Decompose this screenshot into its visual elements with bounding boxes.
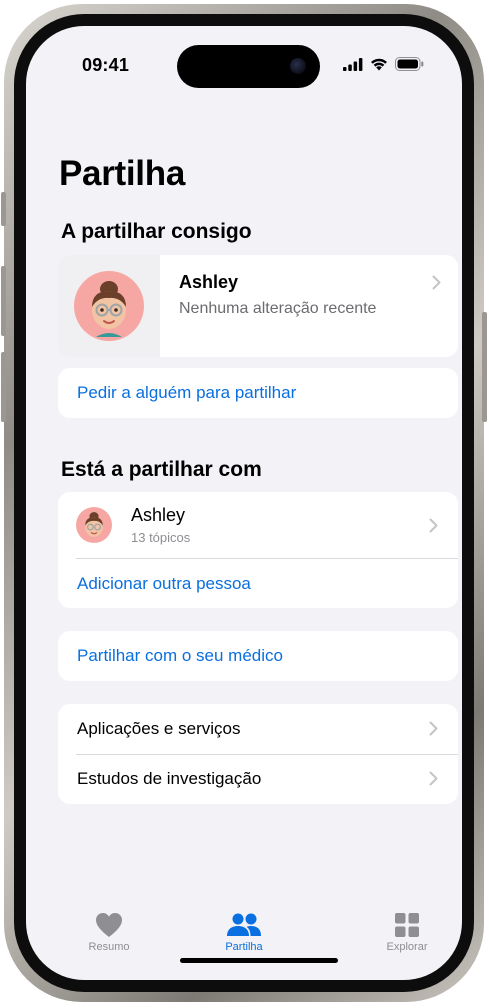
cellular-signal-icon <box>343 57 363 71</box>
shared-person-card[interactable]: Ashley Nenhuma alteração recente <box>58 255 458 357</box>
section-title-shared-with-you: A partilhar consigo <box>61 220 252 243</box>
chevron-right-icon <box>429 518 438 533</box>
research-studies-row[interactable]: Estudos de investigação <box>58 754 458 804</box>
divider <box>76 558 458 559</box>
add-person-link[interactable]: Adicionar outra pessoa <box>77 574 251 594</box>
research-studies-label: Estudos de investigação <box>77 769 262 788</box>
avatar-memoji-icon <box>74 271 144 341</box>
tab-browse-label: Explorar <box>386 941 428 953</box>
tab-summary[interactable]: Resumo <box>49 912 169 953</box>
phone-frame: 09:41 Partilha A partilhar consigo Ashle… <box>1 4 487 1002</box>
heart-icon <box>96 913 122 937</box>
screen: 09:41 Partilha A partilhar consigo Ashle… <box>26 26 462 980</box>
sharing-person-name: Ashley <box>131 505 186 525</box>
phone-bezel: 09:41 Partilha A partilhar consigo Ashle… <box>14 14 474 992</box>
apps-services-row[interactable]: Aplicações e serviços <box>58 704 458 754</box>
page-title: Partilha <box>59 154 185 193</box>
grid-icon <box>395 913 419 937</box>
power-button <box>482 312 487 422</box>
apps-services-label: Aplicações e serviços <box>77 719 241 738</box>
chevron-right-icon <box>429 771 438 786</box>
shared-person-status: Nenhuma alteração recente <box>179 300 377 317</box>
share-with-doctor-card[interactable]: Partilhar com o seu médico <box>58 631 458 681</box>
home-indicator[interactable] <box>180 958 338 963</box>
sharing-topics-count: 13 tópicos <box>131 530 191 545</box>
battery-icon <box>395 57 424 71</box>
volume-up-button <box>1 266 6 336</box>
people-icon <box>227 913 261 936</box>
avatar-panel <box>58 255 160 357</box>
section-title-you-share-with: Está a partilhar com <box>61 458 262 481</box>
status-icons <box>343 57 424 71</box>
status-time: 09:41 <box>82 55 130 75</box>
tab-sharing[interactable]: Partilha <box>184 912 304 953</box>
camera-icon <box>290 58 306 74</box>
avatar-memoji-small-icon <box>76 507 112 543</box>
tab-browse[interactable]: Explorar <box>347 912 462 953</box>
share-with-doctor-link[interactable]: Partilhar com o seu médico <box>77 646 283 666</box>
ask-to-share-card[interactable]: Pedir a alguém para partilhar <box>58 368 458 418</box>
sharing-with-card: Ashley 13 tópicos Adicionar outra pessoa <box>58 492 458 608</box>
volume-down-button <box>1 352 6 422</box>
shared-person-name: Ashley <box>179 272 239 292</box>
tab-bar: Resumo Partilha Explorar <box>26 912 462 972</box>
chevron-right-icon <box>429 721 438 736</box>
tab-sharing-label: Partilha <box>225 941 263 953</box>
chevron-right-icon <box>432 275 441 290</box>
dynamic-island <box>177 45 320 88</box>
tab-summary-label: Resumo <box>88 941 130 953</box>
settings-list-card: Aplicações e serviços Estudos de investi… <box>58 704 458 804</box>
sharing-person-row[interactable]: Ashley 13 tópicos <box>58 492 458 558</box>
wifi-icon <box>371 58 387 71</box>
ask-to-share-link[interactable]: Pedir a alguém para partilhar <box>77 383 296 403</box>
action-button <box>1 192 6 226</box>
